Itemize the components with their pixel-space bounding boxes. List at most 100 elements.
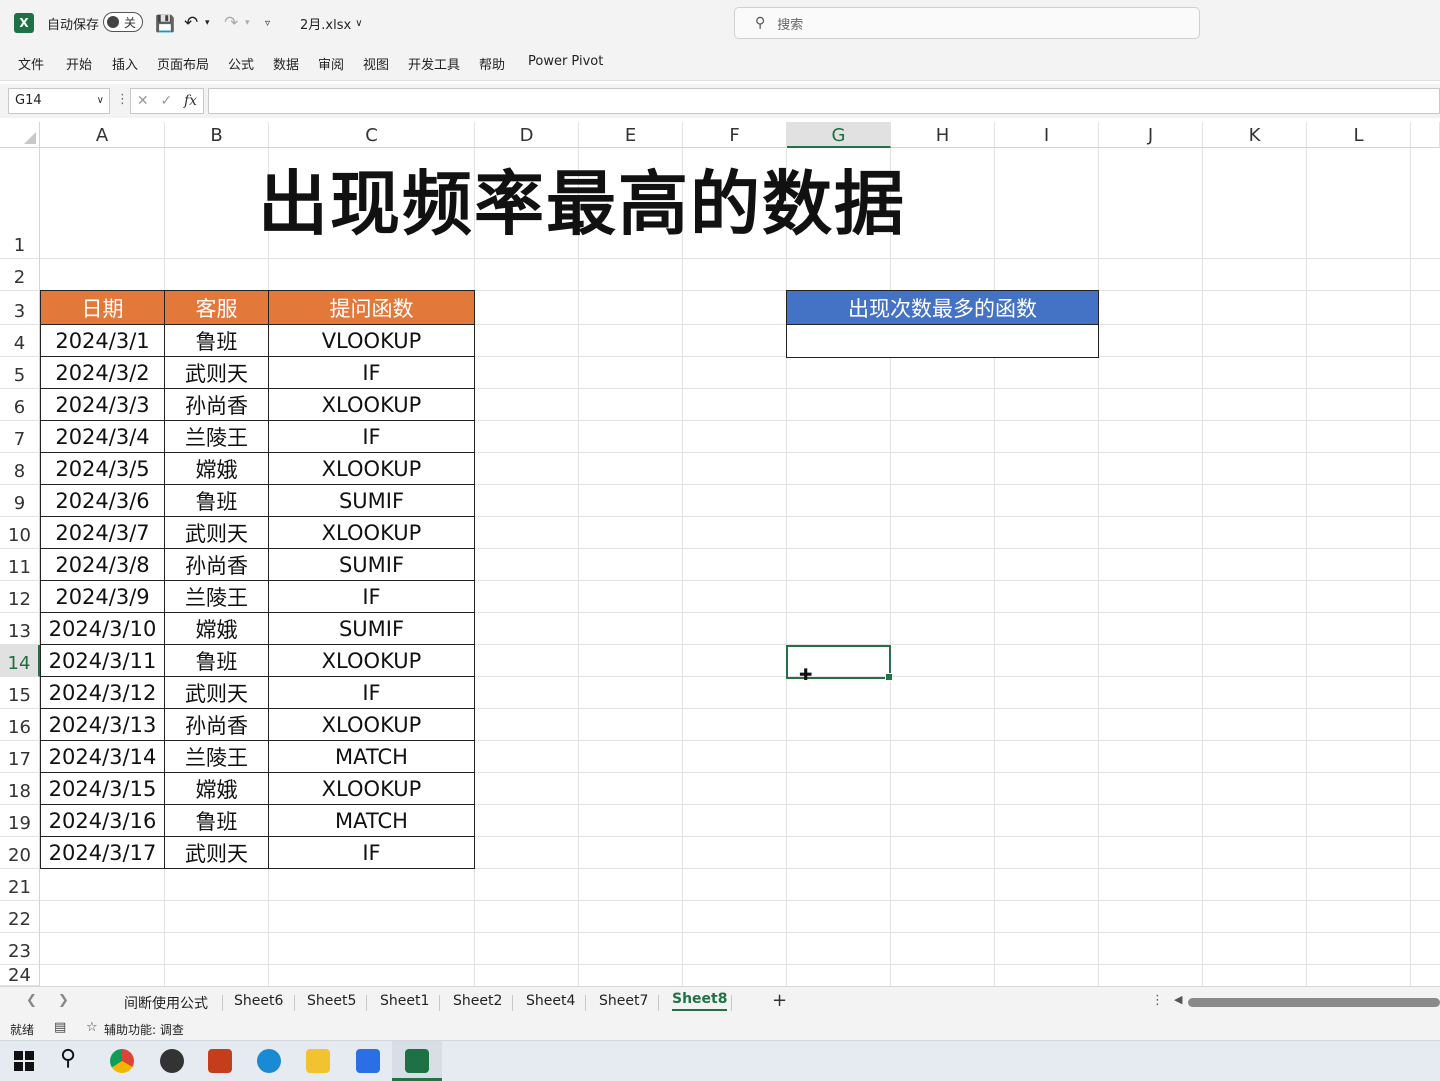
file-explorer-icon[interactable] bbox=[306, 1049, 330, 1073]
function-cell[interactable]: XLOOKUP bbox=[268, 516, 475, 549]
next-sheet-icon[interactable]: ❯ bbox=[58, 993, 69, 1008]
agent-cell[interactable]: 武则天 bbox=[164, 676, 269, 709]
macro-record-icon[interactable]: ▤ bbox=[54, 1020, 66, 1035]
row-header[interactable]: 10 bbox=[0, 517, 40, 549]
autosave-toggle[interactable]: 关 bbox=[103, 12, 143, 32]
table-header-cell[interactable]: 客服 bbox=[164, 290, 269, 325]
sheet-tab-active[interactable]: Sheet8 bbox=[672, 991, 728, 1011]
table-header-cell[interactable]: 提问函数 bbox=[268, 290, 475, 325]
row-header[interactable]: 8 bbox=[0, 453, 40, 485]
sheet-tab[interactable]: 间断使用公式 bbox=[124, 993, 208, 1013]
accessibility-status[interactable]: 辅助功能: 调查 bbox=[104, 1021, 184, 1038]
column-header-selected[interactable]: G bbox=[787, 122, 891, 148]
excel-taskbar-button[interactable] bbox=[392, 1041, 442, 1081]
function-cell[interactable]: IF bbox=[268, 420, 475, 453]
select-all-button[interactable] bbox=[0, 122, 40, 148]
row-header[interactable]: 9 bbox=[0, 485, 40, 517]
agent-cell[interactable]: 嫦娥 bbox=[164, 452, 269, 485]
function-cell[interactable]: SUMIF bbox=[268, 612, 475, 645]
function-cell[interactable]: XLOOKUP bbox=[268, 388, 475, 421]
tab-insert[interactable]: 插入 bbox=[112, 54, 138, 73]
insert-function-icon[interactable]: fx bbox=[184, 93, 197, 109]
tab-file[interactable]: 文件 bbox=[18, 54, 44, 73]
agent-cell[interactable]: 武则天 bbox=[164, 356, 269, 389]
chrome-icon[interactable] bbox=[110, 1049, 134, 1073]
tab-home[interactable]: 开始 bbox=[66, 54, 92, 73]
fill-handle[interactable] bbox=[885, 673, 893, 681]
row-header[interactable]: 12 bbox=[0, 581, 40, 613]
function-cell[interactable]: VLOOKUP bbox=[268, 324, 475, 357]
sheet-tab[interactable]: Sheet7 bbox=[599, 993, 648, 1009]
row-header[interactable]: 20 bbox=[0, 837, 40, 869]
table-header-cell[interactable]: 日期 bbox=[40, 290, 165, 325]
agent-cell[interactable]: 兰陵王 bbox=[164, 740, 269, 773]
date-cell[interactable]: 2024/3/17 bbox=[40, 836, 165, 869]
tab-review[interactable]: 审阅 bbox=[318, 54, 344, 73]
row-header[interactable]: 17 bbox=[0, 741, 40, 773]
column-header[interactable]: K bbox=[1203, 122, 1307, 148]
app-icon[interactable] bbox=[160, 1049, 184, 1073]
tab-page-layout[interactable]: 页面布局 bbox=[157, 54, 209, 73]
row-header[interactable]: 1 bbox=[0, 148, 40, 259]
row-header[interactable]: 21 bbox=[0, 869, 40, 901]
row-header[interactable]: 4 bbox=[0, 325, 40, 357]
more-options-icon[interactable]: ⋮ bbox=[1151, 993, 1164, 1008]
function-cell[interactable]: IF bbox=[268, 356, 475, 389]
row-header[interactable]: 6 bbox=[0, 389, 40, 421]
function-cell[interactable]: IF bbox=[268, 580, 475, 613]
date-cell[interactable]: 2024/3/5 bbox=[40, 452, 165, 485]
row-header[interactable]: 2 bbox=[0, 259, 40, 291]
row-header[interactable]: 7 bbox=[0, 421, 40, 453]
tab-developer[interactable]: 开发工具 bbox=[408, 54, 460, 73]
agent-cell[interactable]: 鲁班 bbox=[164, 484, 269, 517]
horizontal-scrollbar[interactable] bbox=[1188, 998, 1440, 1007]
powerpoint-icon[interactable] bbox=[208, 1049, 232, 1073]
row-header[interactable]: 5 bbox=[0, 357, 40, 389]
function-cell[interactable]: SUMIF bbox=[268, 484, 475, 517]
row-header[interactable]: 22 bbox=[0, 901, 40, 933]
date-cell[interactable]: 2024/3/11 bbox=[40, 644, 165, 677]
file-name[interactable]: 2月.xlsx ∨ bbox=[300, 0, 363, 46]
function-cell[interactable]: SUMIF bbox=[268, 548, 475, 581]
save-icon[interactable]: 💾 bbox=[155, 0, 175, 46]
column-header[interactable] bbox=[1411, 122, 1440, 148]
date-cell[interactable]: 2024/3/14 bbox=[40, 740, 165, 773]
date-cell[interactable]: 2024/3/10 bbox=[40, 612, 165, 645]
row-header[interactable]: 18 bbox=[0, 773, 40, 805]
column-header[interactable]: F bbox=[683, 122, 787, 148]
column-header[interactable]: J bbox=[1099, 122, 1203, 148]
date-cell[interactable]: 2024/3/6 bbox=[40, 484, 165, 517]
row-header[interactable]: 15 bbox=[0, 677, 40, 709]
date-cell[interactable]: 2024/3/1 bbox=[40, 324, 165, 357]
tab-data[interactable]: 数据 bbox=[273, 54, 299, 73]
row-header[interactable]: 11 bbox=[0, 549, 40, 581]
column-header[interactable]: B bbox=[165, 122, 269, 148]
function-cell[interactable]: IF bbox=[268, 836, 475, 869]
redo-dropdown-icon[interactable]: ▾ bbox=[245, 0, 250, 46]
result-header[interactable]: 出现次数最多的函数 bbox=[786, 290, 1099, 325]
sheet-tab[interactable]: Sheet4 bbox=[526, 993, 575, 1009]
column-header[interactable]: A bbox=[40, 122, 165, 148]
sheet-tab[interactable]: Sheet2 bbox=[453, 993, 502, 1009]
row-header[interactable]: 23 bbox=[0, 933, 40, 965]
agent-cell[interactable]: 孙尚香 bbox=[164, 708, 269, 741]
formula-input[interactable] bbox=[208, 88, 1440, 114]
agent-cell[interactable]: 孙尚香 bbox=[164, 388, 269, 421]
agent-cell[interactable]: 武则天 bbox=[164, 836, 269, 869]
date-cell[interactable]: 2024/3/8 bbox=[40, 548, 165, 581]
agent-cell[interactable]: 嫦娥 bbox=[164, 772, 269, 805]
more-options-icon[interactable]: ⋮ bbox=[116, 92, 129, 107]
date-cell[interactable]: 2024/3/7 bbox=[40, 516, 165, 549]
agent-cell[interactable]: 孙尚香 bbox=[164, 548, 269, 581]
date-cell[interactable]: 2024/3/9 bbox=[40, 580, 165, 613]
agent-cell[interactable]: 嫦娥 bbox=[164, 612, 269, 645]
agent-cell[interactable]: 武则天 bbox=[164, 516, 269, 549]
result-value-cell[interactable] bbox=[786, 324, 1099, 358]
row-header[interactable]: 19 bbox=[0, 805, 40, 837]
column-header[interactable]: L bbox=[1307, 122, 1411, 148]
search-box[interactable]: ⚲ 搜索 bbox=[734, 7, 1200, 39]
redo-icon[interactable]: ↷ bbox=[224, 0, 238, 46]
edge-icon[interactable] bbox=[257, 1049, 281, 1073]
function-cell[interactable]: XLOOKUP bbox=[268, 772, 475, 805]
row-header[interactable]: 3 bbox=[0, 291, 40, 325]
